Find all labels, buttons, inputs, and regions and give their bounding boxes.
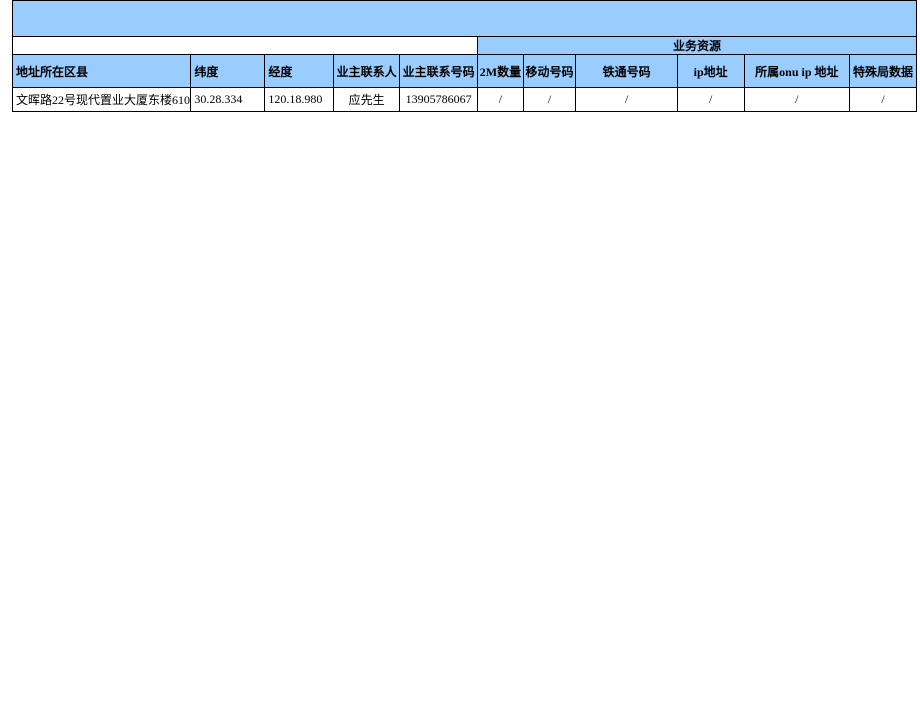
data-table: 业务资源 地址所在区县 纬度 经度 业主联系人 业主联系号码 2M数量 移动号码…: [12, 36, 917, 112]
title-bar: [12, 0, 917, 36]
header-addr: 地址所在区县: [13, 55, 191, 88]
table-row: 文晖路22号现代置业大厦东楼610 30.28.334 120.18.980 应…: [13, 88, 917, 112]
header-group-resources: 业务资源: [478, 37, 917, 55]
header-phone: 业主联系号码: [400, 55, 478, 88]
cell-contact: 应先生: [334, 88, 400, 112]
header-mobile: 移动号码: [523, 55, 576, 88]
header-2m: 2M数量: [478, 55, 524, 88]
cell-mobile: /: [523, 88, 576, 112]
header-group-row: 业务资源: [13, 37, 917, 55]
header-tietong: 铁通号码: [576, 55, 677, 88]
header-contact: 业主联系人: [334, 55, 400, 88]
cell-onu: /: [744, 88, 849, 112]
header-lat: 纬度: [191, 55, 265, 88]
cell-phone: 13905786067: [400, 88, 478, 112]
cell-tietong: /: [576, 88, 677, 112]
header-lon: 经度: [265, 55, 334, 88]
cell-addr: 文晖路22号现代置业大厦东楼610: [13, 88, 191, 112]
cell-2m: /: [478, 88, 524, 112]
header-special: 特殊局数据: [850, 55, 917, 88]
header-ip: ip地址: [677, 55, 744, 88]
cell-lon: 120.18.980: [265, 88, 334, 112]
cell-ip: /: [677, 88, 744, 112]
cell-lat: 30.28.334: [191, 88, 265, 112]
cell-special: /: [850, 88, 917, 112]
header-group-blank: [13, 37, 478, 55]
header-row: 地址所在区县 纬度 经度 业主联系人 业主联系号码 2M数量 移动号码 铁通号码…: [13, 55, 917, 88]
header-onu: 所属onu ip 地址: [744, 55, 849, 88]
